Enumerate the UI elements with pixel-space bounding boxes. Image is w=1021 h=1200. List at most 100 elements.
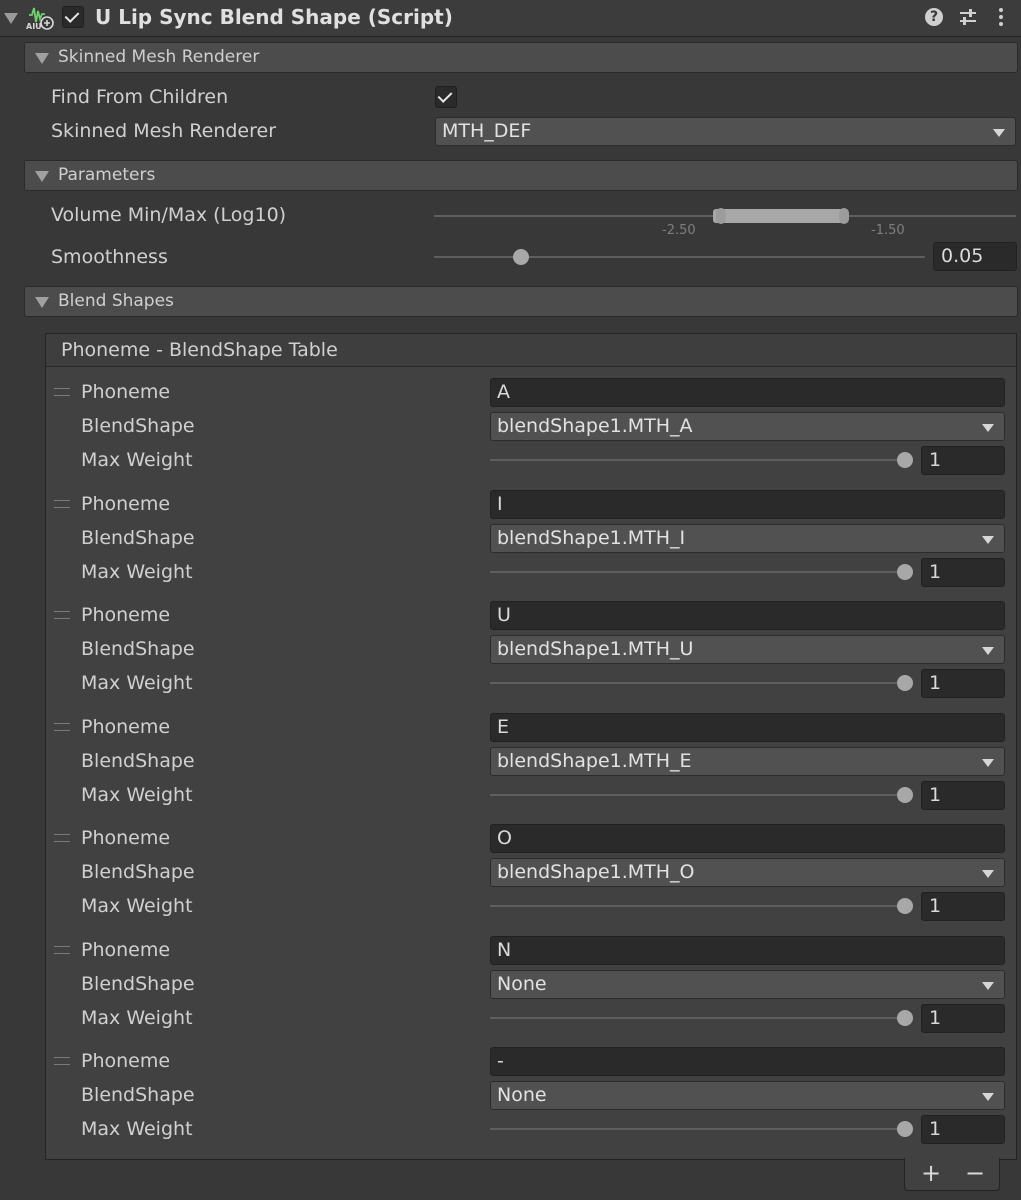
max-weight-value: 1 [929, 561, 942, 583]
section-skinned-mesh-renderer[interactable]: Skinned Mesh Renderer [24, 42, 1018, 73]
foldout-arrow-icon [35, 297, 49, 308]
blendshape-value: blendShape1.MTH_O [497, 861, 695, 883]
max-weight-label: Max Weight [81, 1007, 193, 1029]
phoneme-field[interactable]: A [490, 378, 1005, 407]
phoneme-field[interactable]: O [490, 824, 1005, 853]
phoneme-field[interactable]: E [490, 713, 1005, 742]
help-icon[interactable]: ? [925, 8, 943, 26]
phoneme-field[interactable]: U [490, 601, 1005, 630]
blendshape-dropdown[interactable]: blendShape1.MTH_E [490, 747, 1005, 776]
max-weight-field[interactable]: 1 [921, 558, 1005, 587]
blendshape-dropdown[interactable]: None [490, 970, 1005, 999]
remove-row-button[interactable]: − [965, 1159, 985, 1187]
blendshape-value: blendShape1.MTH_E [497, 750, 692, 772]
chevron-down-icon [982, 759, 994, 767]
max-weight-slider-track[interactable] [490, 571, 912, 573]
max-weight-field[interactable]: 1 [921, 1004, 1005, 1033]
max-weight-slider-thumb[interactable] [897, 1010, 913, 1026]
drag-handle-icon[interactable] [54, 1057, 70, 1065]
phoneme-value: U [497, 604, 511, 626]
add-row-button[interactable]: + [921, 1159, 941, 1187]
smoothness-slider-track[interactable] [434, 256, 925, 258]
blendshape-dropdown[interactable]: blendShape1.MTH_O [490, 858, 1005, 887]
preset-sliders-icon[interactable] [958, 7, 978, 27]
find-from-children-label: Find From Children [51, 86, 229, 108]
chevron-down-icon [982, 870, 994, 878]
max-weight-label: Max Weight [81, 449, 193, 471]
max-weight-slider-track[interactable] [490, 905, 912, 907]
section-label: Skinned Mesh Renderer [58, 47, 260, 67]
max-weight-label: Max Weight [81, 784, 193, 806]
max-weight-label: Max Weight [81, 1118, 193, 1140]
chevron-down-icon [982, 647, 994, 655]
smoothness-value-field[interactable]: 0.05 [933, 242, 1017, 271]
blendshape-value: None [497, 1084, 547, 1106]
foldout-arrow-icon [35, 171, 49, 182]
blendshape-dropdown[interactable]: blendShape1.MTH_I [490, 524, 1005, 553]
volume-tick-label: -1.50 [871, 223, 905, 238]
drag-handle-icon[interactable] [54, 611, 70, 619]
max-weight-slider-track[interactable] [490, 1017, 912, 1019]
max-weight-label: Max Weight [81, 672, 193, 694]
volume-minmax-label: Volume Min/Max (Log10) [51, 204, 287, 226]
phoneme-value: O [497, 827, 512, 849]
max-weight-label: Max Weight [81, 895, 193, 917]
max-weight-slider-thumb[interactable] [897, 898, 913, 914]
phoneme-label: Phoneme [81, 716, 171, 738]
volume-tick-label: -2.50 [662, 223, 696, 238]
blendshape-dropdown[interactable]: blendShape1.MTH_A [490, 412, 1005, 441]
blendshape-label: BlendShape [81, 527, 195, 549]
drag-handle-icon[interactable] [54, 723, 70, 731]
phoneme-value: N [497, 939, 512, 961]
max-weight-field[interactable]: 1 [921, 669, 1005, 698]
max-weight-slider-thumb[interactable] [897, 787, 913, 803]
max-weight-value: 1 [929, 1007, 942, 1029]
phoneme-label: Phoneme [81, 827, 171, 849]
drag-handle-icon[interactable] [54, 388, 70, 396]
find-from-children-checkbox[interactable] [435, 86, 457, 108]
phoneme-value: I [497, 493, 503, 515]
blendshape-label: BlendShape [81, 973, 195, 995]
phoneme-field[interactable]: N [490, 936, 1005, 965]
smoothness-value: 0.05 [941, 245, 984, 267]
chevron-down-icon [982, 536, 994, 544]
max-weight-slider-thumb[interactable] [897, 452, 913, 468]
section-label: Parameters [58, 165, 156, 185]
max-weight-value: 1 [929, 895, 942, 917]
max-weight-slider-thumb[interactable] [897, 675, 913, 691]
skinned-mesh-renderer-dropdown[interactable]: MTH_DEF [435, 117, 1016, 146]
max-weight-field[interactable]: 1 [921, 1115, 1005, 1144]
volume-range-thumb[interactable] [713, 209, 847, 223]
blendshape-dropdown[interactable]: blendShape1.MTH_U [490, 635, 1005, 664]
max-weight-label: Max Weight [81, 561, 193, 583]
smoothness-slider-thumb[interactable] [513, 249, 529, 265]
max-weight-field[interactable]: 1 [921, 892, 1005, 921]
phoneme-label: Phoneme [81, 1050, 171, 1072]
blendshape-label: BlendShape [81, 638, 195, 660]
max-weight-slider-thumb[interactable] [897, 1121, 913, 1137]
max-weight-field[interactable]: 1 [921, 781, 1005, 810]
max-weight-slider-thumb[interactable] [897, 564, 913, 580]
smoothness-label: Smoothness [51, 246, 168, 268]
phoneme-field[interactable]: I [490, 490, 1005, 519]
drag-handle-icon[interactable] [54, 834, 70, 842]
max-weight-value: 1 [929, 784, 942, 806]
max-weight-slider-track[interactable] [490, 794, 912, 796]
kebab-menu-icon[interactable] [996, 7, 1006, 29]
section-blend-shapes[interactable]: Blend Shapes [24, 286, 1018, 317]
component-foldout-arrow-icon[interactable] [4, 13, 18, 24]
blendshape-dropdown[interactable]: None [490, 1081, 1005, 1110]
max-weight-field[interactable]: 1 [921, 446, 1005, 475]
phoneme-field[interactable]: - [490, 1047, 1005, 1076]
max-weight-slider-track[interactable] [490, 1128, 912, 1130]
drag-handle-icon[interactable] [54, 946, 70, 954]
volume-max-handle[interactable] [839, 208, 849, 224]
section-parameters[interactable]: Parameters [24, 160, 1018, 191]
volume-min-handle[interactable] [716, 208, 726, 224]
drag-handle-icon[interactable] [54, 500, 70, 508]
phoneme-label: Phoneme [81, 604, 171, 626]
blendshape-label: BlendShape [81, 861, 195, 883]
max-weight-slider-track[interactable] [490, 682, 912, 684]
max-weight-slider-track[interactable] [490, 459, 912, 461]
component-enabled-checkbox[interactable] [62, 6, 84, 28]
